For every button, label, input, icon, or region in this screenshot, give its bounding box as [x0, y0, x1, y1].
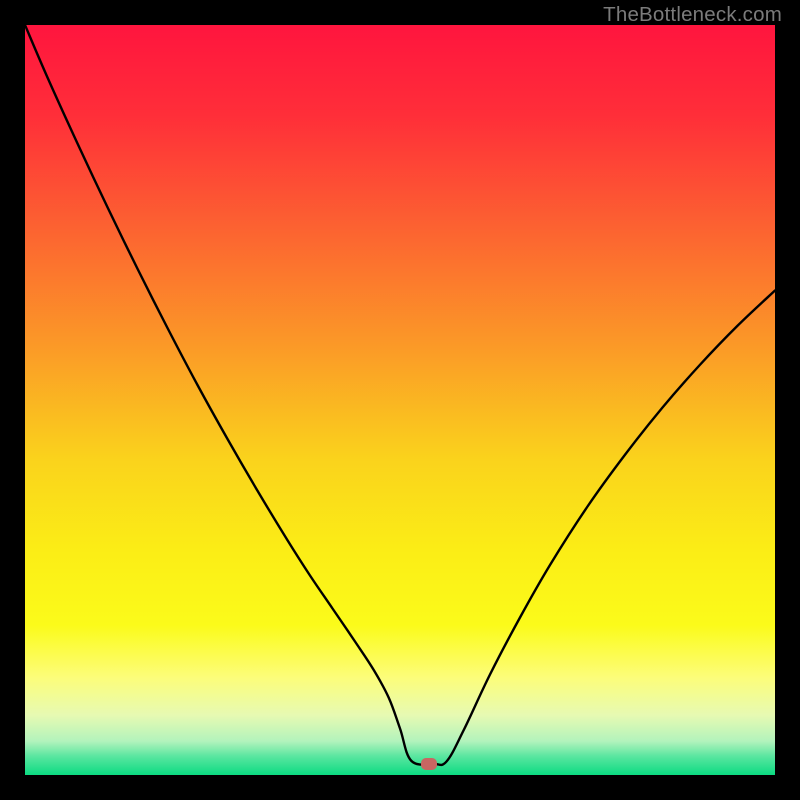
plot-area: [25, 25, 775, 775]
chart-frame: TheBottleneck.com: [0, 0, 800, 800]
watermark-text: TheBottleneck.com: [603, 3, 782, 27]
bottleneck-curve: [25, 25, 775, 775]
min-marker: [421, 758, 437, 770]
